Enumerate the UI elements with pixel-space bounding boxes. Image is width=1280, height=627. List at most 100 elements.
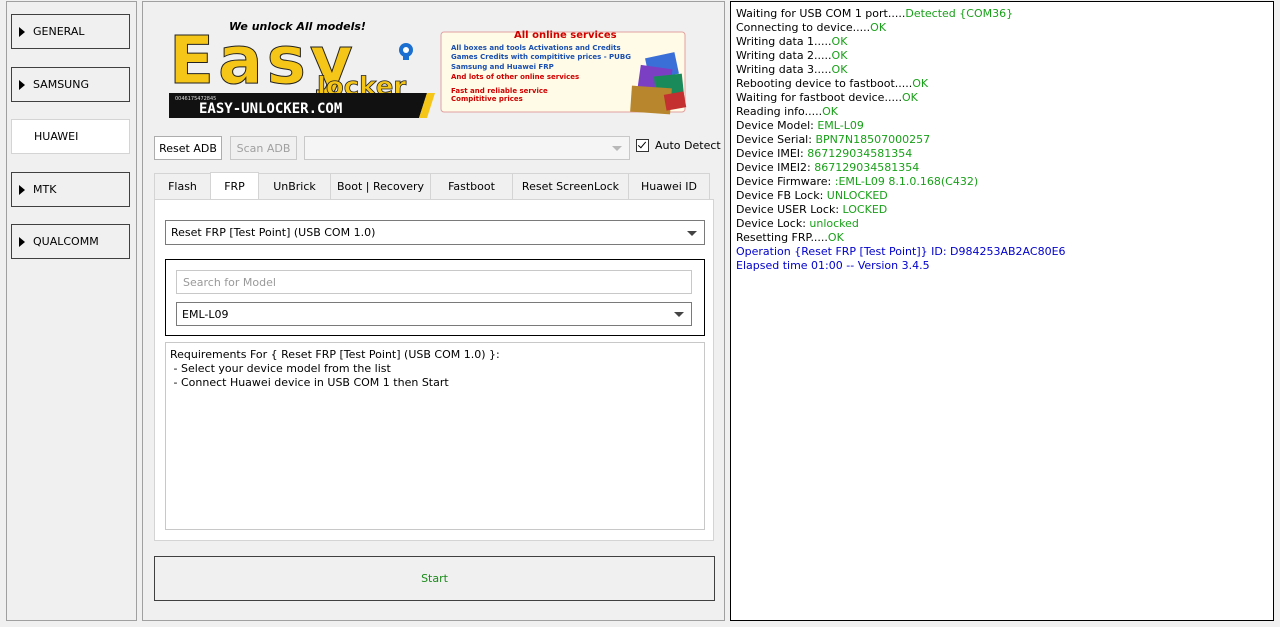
service-line: Games Credits with compititive prices - …: [451, 53, 631, 61]
log-line: Reading info.....OK: [736, 105, 1066, 119]
nav-button-mtk[interactable]: MTK: [11, 172, 130, 207]
model-group-box: Search for Model EML-L09: [165, 259, 705, 336]
services-title: All online services: [514, 30, 617, 41]
log-line: Rebooting device to fastboot.....OK: [736, 77, 1066, 91]
nav-button-samsung[interactable]: SAMSUNG: [11, 67, 130, 102]
checkbox-checked-icon[interactable]: [636, 139, 649, 152]
log-text: Writing data 2.....: [736, 49, 832, 62]
expand-arrow-icon: [19, 26, 25, 37]
start-button[interactable]: Start: [154, 556, 715, 601]
log-line: Elapsed time 01:00 -- Version 3.4.5: [736, 259, 1066, 273]
nav-button-general[interactable]: GENERAL: [11, 14, 130, 49]
website-bar: 0046175472845 EASY-UNLOCKER.COM: [169, 93, 435, 118]
log-text: Writing data 1.....: [736, 35, 832, 48]
log-status: Detected {COM36}: [905, 7, 1014, 20]
nav-label: SAMSUNG: [33, 78, 89, 91]
log-text: Writing data 3.....: [736, 63, 832, 76]
category-sidebar: GENERAL SAMSUNG HUAWEI MTK QUALCOMM: [6, 1, 137, 621]
nav-label: MTK: [33, 183, 57, 196]
tab-flash[interactable]: Flash: [154, 173, 211, 199]
log-line: Connecting to device.....OK: [736, 21, 1066, 35]
log-status: BPN7N18507000257: [815, 133, 931, 146]
requirements-text: Requirements For { Reset FRP [Test Point…: [165, 342, 705, 530]
nav-button-huawei[interactable]: HUAWEI: [11, 119, 130, 154]
log-line: Writing data 3.....OK: [736, 63, 1066, 77]
log-text: Device Lock:: [736, 217, 810, 230]
log-line: Device USER Lock: LOCKED: [736, 203, 1066, 217]
log-text: Elapsed time 01:00 -- Version 3.4.5: [736, 259, 930, 272]
service-line: Samsung and Huawei FRP: [451, 63, 554, 71]
log-line: Resetting FRP.....OK: [736, 231, 1066, 245]
service-line: Fast and reliable service: [451, 87, 548, 95]
log-text: Device IMEI:: [736, 147, 808, 160]
log-line: Device Lock: unlocked: [736, 217, 1066, 231]
model-select[interactable]: EML-L09: [176, 302, 692, 326]
log-line: Writing data 1.....OK: [736, 35, 1066, 49]
log-line: Waiting for fastboot device.....OK: [736, 91, 1066, 105]
tab-huawei-id[interactable]: Huawei ID: [628, 173, 710, 199]
log-text: Device FB Lock:: [736, 189, 827, 202]
operation-tabs: Flash FRP UnBrick Boot | Recovery Fastbo…: [154, 172, 710, 199]
auto-detect-label: Auto Detect: [655, 139, 721, 152]
log-status: LOCKED: [842, 203, 888, 216]
log-text: Device Firmware:: [736, 175, 835, 188]
scan-adb-button[interactable]: Scan ADB: [230, 136, 297, 160]
operation-panel: We unlock All models! Easy locker 004617…: [142, 1, 725, 621]
nav-label: HUAWEI: [34, 130, 79, 143]
log-status: 867129034581354: [807, 147, 913, 160]
log-line: Waiting for USB COM 1 port.....Detected …: [736, 7, 1066, 21]
log-output: Waiting for USB COM 1 port.....Detected …: [736, 7, 1066, 273]
banner-website: EASY-UNLOCKER.COM: [199, 101, 342, 117]
lock-icon: [399, 43, 413, 60]
chevron-down-icon: [687, 230, 697, 236]
log-panel[interactable]: Waiting for USB COM 1 port.....Detected …: [730, 1, 1274, 621]
reset-adb-button[interactable]: Reset ADB: [154, 136, 222, 160]
log-status: OK: [827, 231, 844, 244]
log-line: Device FB Lock: UNLOCKED: [736, 189, 1066, 203]
log-status: EML-L09: [817, 119, 864, 132]
tab-unbrick[interactable]: UnBrick: [258, 173, 331, 199]
log-status: 867129034581354: [814, 161, 920, 174]
log-text: Reading info.....: [736, 105, 823, 118]
frp-tab-page: Reset FRP [Test Point] (USB COM 1.0) Sea…: [154, 199, 714, 541]
log-status: OK: [901, 91, 918, 104]
log-status: UNLOCKED: [826, 189, 888, 202]
nav-label: GENERAL: [33, 25, 85, 38]
expand-arrow-icon: [19, 79, 25, 90]
log-line: Device IMEI: 867129034581354: [736, 147, 1066, 161]
model-search-input[interactable]: Search for Model: [176, 270, 692, 294]
service-line: All boxes and tools Activations and Cred…: [451, 44, 621, 52]
chevron-down-icon: [612, 146, 622, 151]
log-text: Device IMEI2:: [736, 161, 815, 174]
log-text: Device USER Lock:: [736, 203, 843, 216]
log-line: Device Serial: BPN7N18507000257: [736, 133, 1066, 147]
tab-fastboot[interactable]: Fastboot: [430, 173, 513, 199]
log-text: Rebooting device to fastboot.....: [736, 77, 913, 90]
tab-boot-recovery[interactable]: Boot | Recovery: [330, 173, 431, 199]
log-text: Operation {Reset FRP [Test Point]} ID: D…: [736, 245, 1066, 258]
operation-select[interactable]: Reset FRP [Test Point] (USB COM 1.0): [165, 220, 705, 245]
log-line: Device Model: EML-L09: [736, 119, 1066, 133]
log-text: Device Model:: [736, 119, 818, 132]
nav-button-qualcomm[interactable]: QUALCOMM: [11, 224, 130, 259]
log-status: OK: [870, 21, 887, 34]
tab-reset-screenlock[interactable]: Reset ScreenLock: [512, 173, 629, 199]
auto-detect-checkbox[interactable]: Auto Detect: [636, 139, 721, 152]
log-text: Waiting for USB COM 1 port.....: [736, 7, 906, 20]
log-status: OK: [831, 49, 848, 62]
log-status: :EML-L09 8.1.0.168(C432): [834, 175, 979, 188]
expand-arrow-icon: [19, 184, 25, 195]
port-select[interactable]: [304, 136, 630, 160]
log-status: OK: [831, 63, 848, 76]
easy-unlocker-banner: We unlock All models! Easy locker 004617…: [169, 20, 687, 118]
nav-label: QUALCOMM: [33, 235, 99, 248]
tab-frp[interactable]: FRP: [210, 172, 259, 199]
log-status: OK: [912, 77, 929, 90]
log-text: Waiting for fastboot device.....: [736, 91, 902, 104]
model-select-value: EML-L09: [182, 307, 229, 321]
expand-arrow-icon: [19, 236, 25, 247]
service-line: And lots of other online services: [451, 73, 579, 81]
log-status: unlocked: [809, 217, 859, 230]
log-line: Device IMEI2: 867129034581354: [736, 161, 1066, 175]
log-line: Device Firmware: :EML-L09 8.1.0.168(C432…: [736, 175, 1066, 189]
